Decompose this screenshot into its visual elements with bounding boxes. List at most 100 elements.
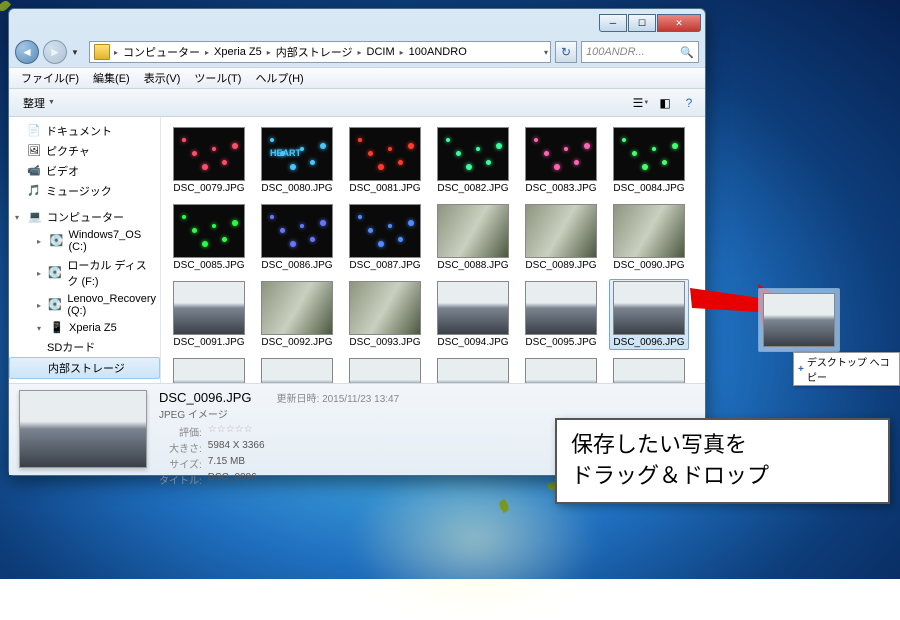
thumbnail-label: DSC_0079.JPG [169,183,249,194]
thumbnail-item[interactable] [433,356,513,383]
menu-bar: ファイル(F) 編集(E) 表示(V) ツール(T) ヘルプ(H) [9,67,705,89]
thumbnail-item[interactable]: DSC_0084.JPG [609,125,689,196]
close-button[interactable]: ✕ [657,14,701,32]
breadcrumb-segment[interactable]: 内部ストレージ [273,44,356,60]
thumbnail-item[interactable] [521,356,601,383]
thumbnail-label: DSC_0094.JPG [433,337,513,348]
thumbnail-label: DSC_0083.JPG [521,183,601,194]
menu-view[interactable]: 表示(V) [138,68,187,88]
sidebar-item-internal-storage[interactable]: 内部ストレージ [48,360,125,376]
thumbnail-item[interactable]: DSC_0087.JPG [345,202,425,273]
sidebar-item-computer[interactable]: コンピューター [47,209,124,225]
details-title: DSC_0096 [208,472,265,487]
plus-icon: + [798,364,804,375]
thumbnail-label: DSC_0089.JPG [521,260,601,271]
details-rating[interactable]: ☆☆☆☆☆ [208,424,253,435]
search-icon: 🔍 [680,46,694,59]
address-bar[interactable]: ▸ コンピューター▸ Xperia Z5▸ 内部ストレージ▸ DCIM▸ 100… [89,41,551,63]
thumbnail-item[interactable]: DSC_0081.JPG [345,125,425,196]
sidebar-item-pictures[interactable]: ピクチャ [46,143,90,159]
thumbnail-item[interactable]: DSC_0086.JPG [257,202,337,273]
sidebar-item-sdcard[interactable]: SDカード [47,339,95,355]
folder-icon [94,44,110,60]
details-subtype: JPEG イメージ [159,406,265,421]
minimize-button[interactable]: ─ [599,14,627,32]
history-dropdown[interactable]: ▼ [71,48,85,57]
details-thumbnail [19,390,147,468]
explorer-window: ─ ☐ ✕ ◄ ► ▼ ▸ コンピューター▸ Xperia Z5▸ 内部ストレー… [8,8,706,476]
videos-icon: 📹 [27,164,41,178]
menu-edit[interactable]: 編集(E) [87,68,136,88]
maximize-button[interactable]: ☐ [628,14,656,32]
thumbnail-label: DSC_0084.JPG [609,183,689,194]
breadcrumb-segment[interactable]: 100ANDRO [406,46,470,58]
refresh-button[interactable]: ↻ [555,41,577,63]
titlebar[interactable]: ─ ☐ ✕ [9,9,705,37]
toolbar: 整理▼ ☰▼ ◧ ? [9,89,705,117]
sidebar-item-documents[interactable]: ドキュメント [46,123,112,139]
thumbnail-item[interactable]: DSC_0089.JPG [521,202,601,273]
breadcrumb-segment[interactable]: Xperia Z5 [211,46,265,58]
thumbnail-item[interactable]: DSC_0092.JPG [257,279,337,350]
thumbnail-label: DSC_0081.JPG [345,183,425,194]
help-button[interactable]: ? [679,93,699,113]
sidebar-item-drive-f[interactable]: ローカル ディスク (F:) [67,257,156,289]
sidebar-item-drive-q[interactable]: Lenovo_Recovery (Q:) [67,293,156,317]
view-options-button[interactable]: ☰▼ [631,93,651,113]
thumbnail-item[interactable]: DSC_0079.JPG [169,125,249,196]
thumbnail-item[interactable]: DSC_0093.JPG [345,279,425,350]
drive-icon: 💽 [48,266,62,280]
thumbnail-label: DSC_0088.JPG [433,260,513,271]
thumbnail-label: DSC_0086.JPG [257,260,337,271]
breadcrumb-segment[interactable]: DCIM [364,46,398,58]
sidebar[interactable]: 📄ドキュメント 🖼ピクチャ 📹ビデオ 🎵ミュージック ▾💻コンピューター ▸💽W… [9,117,161,383]
thumbnail-label: DSC_0091.JPG [169,337,249,348]
search-input[interactable]: 100ANDR... 🔍 [581,41,699,63]
menu-help[interactable]: ヘルプ(H) [249,68,309,88]
computer-icon: 💻 [28,210,42,224]
sidebar-item-device[interactable]: Xperia Z5 [69,322,117,334]
menu-file[interactable]: ファイル(F) [15,68,85,88]
forward-button[interactable]: ► [43,40,67,64]
thumbnail-item[interactable]: DSC_0083.JPG [521,125,601,196]
sidebar-item-videos[interactable]: ビデオ [46,163,79,179]
phone-icon: 📱 [50,321,64,335]
thumbnail-item[interactable] [345,356,425,383]
documents-icon: 📄 [27,124,41,138]
thumbnail-item[interactable]: DSC_0082.JPG [433,125,513,196]
music-icon: 🎵 [27,184,41,198]
breadcrumb-segment[interactable]: コンピューター [120,44,203,60]
thumbnail-label: DSC_0096.JPG [609,337,689,348]
sidebar-item-music[interactable]: ミュージック [46,183,112,199]
thumbnail-item[interactable]: HEARTDSC_0080.JPG [257,125,337,196]
thumbnail-item[interactable]: DSC_0091.JPG [169,279,249,350]
sidebar-item-drive-c[interactable]: Windows7_OS (C:) [68,229,156,253]
thumbnail-item[interactable]: DSC_0088.JPG [433,202,513,273]
details-dimensions: 5984 X 3366 [208,440,265,455]
details-size: 7.15 MB [208,456,265,471]
thumbnail-item[interactable] [169,356,249,383]
thumbnail-label: DSC_0092.JPG [257,337,337,348]
thumbnail-label: DSC_0085.JPG [169,260,249,271]
back-button[interactable]: ◄ [15,40,39,64]
pictures-icon: 🖼 [27,144,41,158]
thumbnail-pane[interactable]: DSC_0079.JPG HEARTDSC_0080.JPG DSC_0081.JP… [161,117,705,383]
thumbnail-label: DSC_0090.JPG [609,260,689,271]
drive-icon: 💽 [49,234,63,248]
search-placeholder: 100ANDR... [586,46,645,58]
menu-tools[interactable]: ツール(T) [188,68,247,88]
instruction-caption: 保存したい写真を ドラッグ＆ドロップ [555,418,890,504]
thumbnail-label: DSC_0093.JPG [345,337,425,348]
thumbnail-label: DSC_0095.JPG [521,337,601,348]
thumbnail-item[interactable]: DSC_0095.JPG [521,279,601,350]
thumbnail-item[interactable] [257,356,337,383]
preview-pane-button[interactable]: ◧ [655,93,675,113]
thumbnail-item[interactable]: DSC_0090.JPG [609,202,689,273]
thumbnail-item[interactable] [609,356,689,383]
thumbnail-item[interactable]: DSC_0094.JPG [433,279,513,350]
thumbnail-item[interactable]: DSC_0085.JPG [169,202,249,273]
organize-button[interactable]: 整理▼ [15,92,63,114]
thumbnail-label: DSC_0087.JPG [345,260,425,271]
thumbnail-item[interactable]: DSC_0096.JPG [609,279,689,350]
thumbnail-label: DSC_0080.JPG [257,183,337,194]
